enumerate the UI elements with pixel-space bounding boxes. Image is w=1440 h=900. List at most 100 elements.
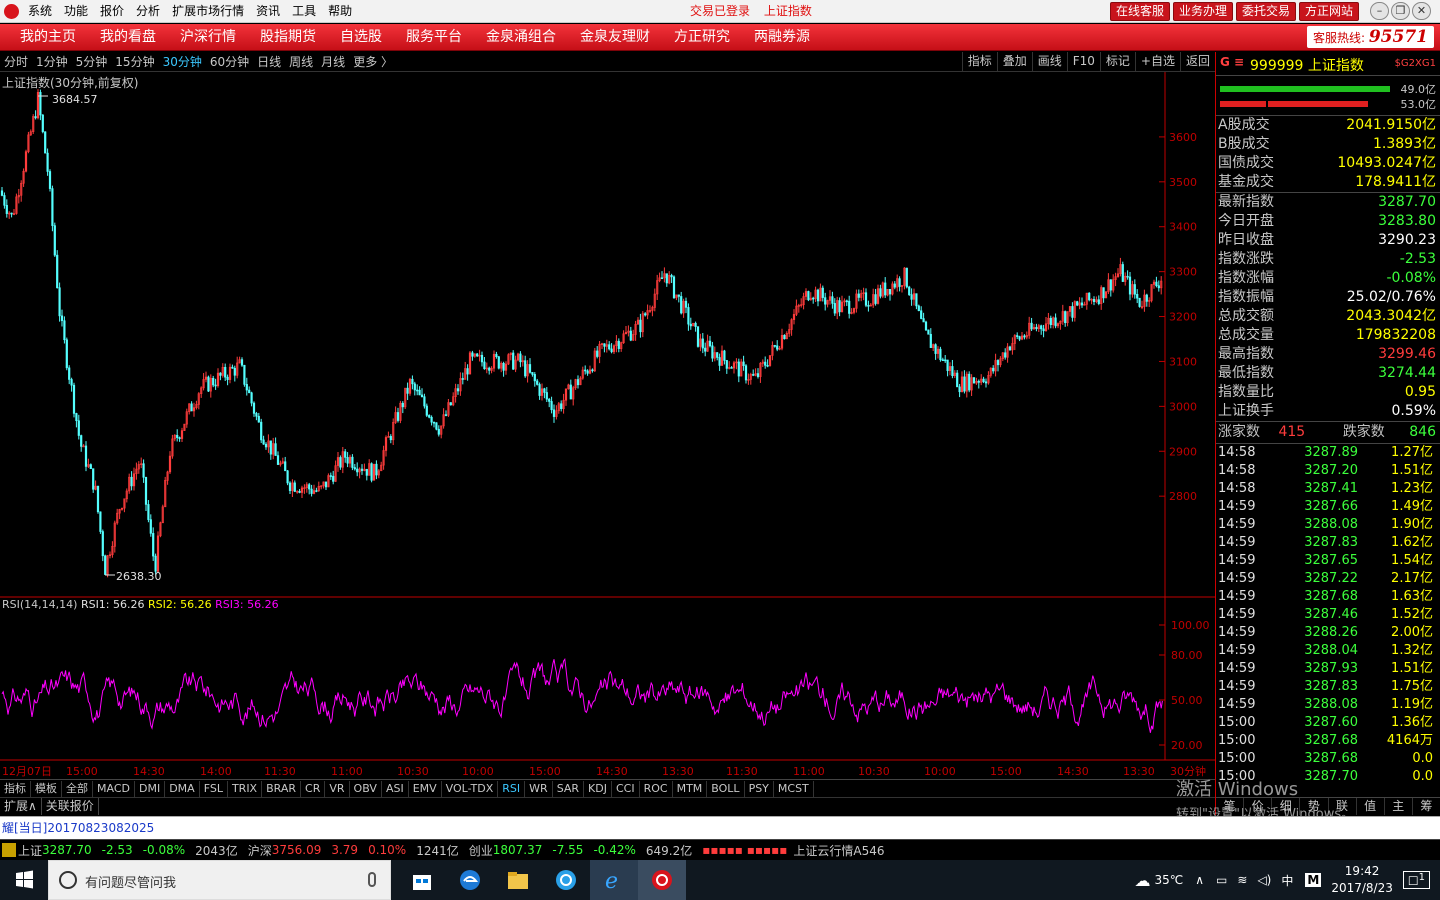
indicator-tab-模板[interactable]: 模板 — [31, 780, 62, 797]
stats-label: 指数振幅 — [1218, 289, 1274, 305]
nav-research[interactable]: 方正研究 — [662, 24, 742, 50]
indicator-tab-asi[interactable]: ASI — [382, 780, 409, 797]
tool-indicator[interactable]: 指标 — [961, 52, 997, 71]
indicator-tab-指标[interactable]: 指标 — [0, 780, 31, 797]
nav-my-board[interactable]: 我的看盘 — [88, 24, 168, 50]
indicator-tab-macd[interactable]: MACD — [93, 780, 135, 797]
restore-icon[interactable]: ❐ — [1391, 2, 1410, 20]
close-icon[interactable]: ✕ — [1412, 2, 1431, 20]
founder-app-icon[interactable] — [638, 860, 686, 900]
chevron-up-icon[interactable]: ∧ — [1195, 873, 1204, 887]
nav-service[interactable]: 服务平台 — [394, 24, 474, 50]
period-60m[interactable]: 60分钟 — [206, 53, 253, 70]
indicator-tab-rsi[interactable]: RSI — [498, 780, 526, 797]
indicator-tab-mtm[interactable]: MTM — [673, 780, 708, 797]
volume-icon[interactable]: ◁) — [1257, 873, 1271, 887]
period-30m[interactable]: 30分钟 — [159, 53, 206, 70]
cloud-quote-label[interactable]: 上证云行情A546 — [793, 842, 884, 859]
website-button[interactable]: 方正网站 — [1299, 2, 1360, 21]
period-tick[interactable]: 分时 — [0, 53, 32, 70]
indicator-tab-obv[interactable]: OBV — [350, 780, 382, 797]
indicator-tab-brar[interactable]: BRAR — [262, 780, 302, 797]
related-quote-tab[interactable]: 关联报价 — [42, 798, 99, 815]
taskbar-search[interactable]: 有问题尽管问我 — [48, 860, 391, 900]
news-ticker[interactable]: 耀[当日]20170823082025 — [0, 816, 1440, 839]
expand-button[interactable]: 扩展∧ — [0, 798, 42, 815]
indicator-tab-wr[interactable]: WR — [525, 780, 553, 797]
indicator-tab-roc[interactable]: ROC — [640, 780, 673, 797]
indicator-tab-trix[interactable]: TRIX — [228, 780, 263, 797]
m-app-icon[interactable]: M — [1305, 873, 1322, 887]
indicator-tab-emv[interactable]: EMV — [409, 780, 442, 797]
weather-icon[interactable]: ☁ — [1134, 871, 1150, 890]
indicator-tab-vol-tdx[interactable]: VOL-TDX — [442, 780, 499, 797]
indicator-tab-全部[interactable]: 全部 — [62, 780, 93, 797]
nav-home[interactable]: 我的主页 — [8, 24, 88, 50]
indicator-tab-vr[interactable]: VR — [325, 780, 350, 797]
wifi-icon[interactable]: ≋ — [1237, 873, 1247, 887]
panel-tab-7[interactable]: 筹 — [1413, 798, 1440, 815]
tool-add-watch[interactable]: +自选 — [1134, 52, 1180, 71]
indicator-tab-dma[interactable]: DMA — [165, 780, 200, 797]
panel-tab-5[interactable]: 值 — [1357, 798, 1385, 815]
panel-tab-6[interactable]: 主 — [1385, 798, 1413, 815]
tool-back[interactable]: 返回 — [1179, 52, 1215, 71]
period-1m[interactable]: 1分钟 — [32, 53, 72, 70]
indicator-tabs: 指标 模板 全部 MACD DMI DMA FSL TRIX BRAR CR VR OBV ASI EMV… — [0, 779, 1215, 797]
menu-tools[interactable]: 工具 — [286, 0, 322, 23]
indicator-tab-kdj[interactable]: KDJ — [584, 780, 612, 797]
menu-help[interactable]: 帮助 — [322, 0, 358, 23]
menu-news[interactable]: 资讯 — [250, 0, 286, 23]
minimize-icon[interactable]: – — [1370, 2, 1389, 20]
menu-quote[interactable]: 报价 — [94, 0, 130, 23]
windows-start-icon[interactable] — [0, 860, 48, 900]
tool-mark[interactable]: 标记 — [1099, 52, 1135, 71]
period-week[interactable]: 周线 — [285, 53, 317, 70]
indicator-tab-mcst[interactable]: MCST — [774, 780, 814, 797]
nav-portfolio[interactable]: 金泉涌组合 — [474, 24, 568, 50]
period-15m[interactable]: 15分钟 — [111, 53, 158, 70]
nav-watchlist[interactable]: 自选股 — [328, 24, 394, 50]
period-day[interactable]: 日线 — [253, 53, 285, 70]
tool-f10[interactable]: F10 — [1066, 52, 1100, 71]
indicator-tab-dmi[interactable]: DMI — [135, 780, 166, 797]
ie-icon[interactable]: e — [590, 860, 638, 900]
indicator-tab-fsl[interactable]: FSL — [200, 780, 228, 797]
tick-list[interactable]: 14:58 3287.89 1.27亿 14:58 3287.20 1.51亿 14:58 3… — [1216, 444, 1440, 786]
clock[interactable]: 19:42 2017/8/23 — [1331, 863, 1393, 897]
menu-system[interactable]: 系统 — [22, 0, 58, 23]
network-browser-icon[interactable] — [542, 860, 590, 900]
tool-overlay[interactable]: 叠加 — [996, 52, 1032, 71]
business-button[interactable]: 业务办理 — [1173, 2, 1234, 21]
indicator-tab-cci[interactable]: CCI — [612, 780, 640, 797]
nav-margin[interactable]: 两融券源 — [742, 24, 822, 50]
weather-temp[interactable]: 35℃ — [1154, 873, 1183, 887]
indicator-tab-sar[interactable]: SAR — [553, 780, 585, 797]
candle-body — [776, 345, 779, 350]
news-text[interactable]: 耀[当日]20170823082025 — [0, 821, 154, 835]
edge-icon[interactable] — [446, 860, 494, 900]
ime-indicator[interactable]: 中 — [1281, 872, 1293, 889]
period-month[interactable]: 月线 — [317, 53, 349, 70]
login-status[interactable]: 交易已登录 — [690, 4, 750, 18]
battery-icon[interactable]: ▭ — [1216, 873, 1227, 887]
menu-extended-market[interactable]: 扩展市场行情 — [166, 0, 250, 23]
nav-hs-market[interactable]: 沪深行情 — [168, 24, 248, 50]
notification-icon[interactable]: ☐1 — [1402, 871, 1430, 889]
nav-wealth[interactable]: 金泉友理财 — [568, 24, 662, 50]
tool-draw[interactable]: 画线 — [1031, 52, 1067, 71]
microphone-icon[interactable] — [368, 872, 376, 887]
period-more[interactable]: 更多 〉 — [349, 53, 397, 70]
file-explorer-icon[interactable] — [494, 860, 542, 900]
menu-analysis[interactable]: 分析 — [130, 0, 166, 23]
online-service-button[interactable]: 在线客服 — [1110, 2, 1171, 21]
menu-function[interactable]: 功能 — [58, 0, 94, 23]
kline-chart[interactable]: 3600 3500 3400 3300 3200 3100 3000 2900 2800 100… — [0, 72, 1215, 780]
store-icon[interactable] — [398, 860, 446, 900]
trade-button[interactable]: 委托交易 — [1236, 2, 1297, 21]
indicator-tab-psy[interactable]: PSY — [745, 780, 774, 797]
nav-futures[interactable]: 股指期货 — [248, 24, 328, 50]
period-5m[interactable]: 5分钟 — [72, 53, 112, 70]
indicator-tab-boll[interactable]: BOLL — [707, 780, 745, 797]
indicator-tab-cr[interactable]: CR — [301, 780, 326, 797]
